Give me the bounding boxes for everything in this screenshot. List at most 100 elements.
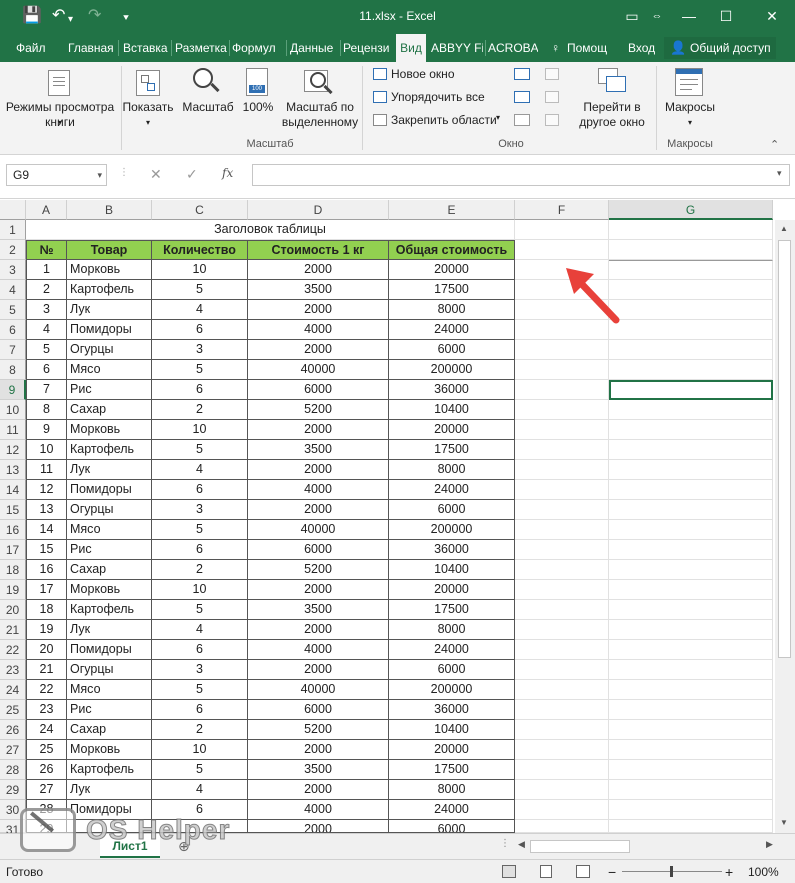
tab-view[interactable]: Вид — [396, 34, 426, 62]
table-data-cell[interactable]: 14 — [26, 520, 67, 540]
table-data-cell[interactable]: 24000 — [389, 480, 515, 500]
expand-icon[interactable]: ⇔ — [643, 5, 671, 27]
product-name-cell[interactable]: Сахар — [67, 720, 152, 740]
product-name-cell[interactable]: Огурцы — [67, 340, 152, 360]
table-data-cell[interactable]: 19 — [26, 620, 67, 640]
table-data-cell[interactable]: 20000 — [389, 260, 515, 280]
cell-g1[interactable] — [609, 220, 773, 240]
table-data-cell[interactable]: 3 — [152, 660, 248, 680]
table-data-cell[interactable]: 17 — [26, 580, 67, 600]
table-data-cell[interactable]: 2 — [152, 560, 248, 580]
zoom-in-button[interactable]: + — [725, 860, 733, 883]
table-data-cell[interactable]: 8000 — [389, 460, 515, 480]
cell-g8[interactable] — [609, 360, 773, 380]
product-name-cell[interactable]: Морковь — [67, 420, 152, 440]
table-data-cell[interactable]: 4000 — [248, 480, 389, 500]
table-data-cell[interactable]: 23 — [26, 700, 67, 720]
table-data-cell[interactable]: 5 — [26, 340, 67, 360]
product-name-cell[interactable]: Помидоры — [67, 320, 152, 340]
product-name-cell[interactable]: Огурцы — [67, 660, 152, 680]
scroll-up-icon[interactable]: ▲ — [780, 224, 788, 233]
table-data-cell[interactable]: 10 — [152, 740, 248, 760]
row-header[interactable]: 26 — [0, 720, 26, 740]
zoom-out-button[interactable]: − — [608, 860, 616, 883]
product-name-cell[interactable]: Рис — [67, 540, 152, 560]
cell-f25[interactable] — [515, 700, 609, 720]
table-data-cell[interactable]: 200000 — [389, 680, 515, 700]
cell-f15[interactable] — [515, 500, 609, 520]
row-header[interactable]: 18 — [0, 560, 26, 580]
table-data-cell[interactable]: 7 — [26, 380, 67, 400]
table-data-cell[interactable]: 8 — [26, 400, 67, 420]
table-data-cell[interactable]: 27 — [26, 780, 67, 800]
cell-f10[interactable] — [515, 400, 609, 420]
table-data-cell[interactable]: 2000 — [248, 740, 389, 760]
product-name-cell[interactable]: Картофель — [67, 280, 152, 300]
table-data-cell[interactable]: 21 — [26, 660, 67, 680]
table-data-cell[interactable]: 24000 — [389, 800, 515, 820]
row-header[interactable]: 16 — [0, 520, 26, 540]
table-data-cell[interactable]: 6000 — [248, 700, 389, 720]
product-name-cell[interactable]: Лук — [67, 780, 152, 800]
table-data-cell[interactable]: 2 — [152, 400, 248, 420]
table-data-cell[interactable]: 10 — [26, 440, 67, 460]
table-data-cell[interactable]: 16 — [26, 560, 67, 580]
product-name-cell[interactable]: Лук — [67, 300, 152, 320]
table-data-cell[interactable]: 8000 — [389, 620, 515, 640]
table-data-cell[interactable]: 10 — [152, 420, 248, 440]
table-data-cell[interactable]: 5 — [152, 520, 248, 540]
table-data-cell[interactable]: 3 — [152, 340, 248, 360]
row-header[interactable]: 3 — [0, 260, 26, 280]
maximize-button[interactable]: ☐ — [712, 5, 740, 27]
select-all-corner[interactable] — [0, 200, 26, 220]
table-data-cell[interactable]: 10400 — [389, 560, 515, 580]
product-name-cell[interactable]: Мясо — [67, 520, 152, 540]
split-icon[interactable] — [514, 68, 530, 80]
cell-g12[interactable] — [609, 440, 773, 460]
table-data-cell[interactable]: 24000 — [389, 320, 515, 340]
row-header[interactable]: 2 — [0, 240, 26, 260]
table-data-cell[interactable]: 2 — [152, 720, 248, 740]
new-window-button[interactable]: Новое окно — [391, 67, 455, 81]
table-data-cell[interactable]: 24 — [26, 720, 67, 740]
reset-window-position-icon[interactable] — [545, 114, 559, 126]
table-data-cell[interactable]: 3500 — [248, 440, 389, 460]
table-data-cell[interactable]: 8000 — [389, 300, 515, 320]
product-name-cell[interactable]: Лук — [67, 620, 152, 640]
table-data-cell[interactable]: 2000 — [248, 420, 389, 440]
table-data-cell[interactable]: 4 — [26, 320, 67, 340]
hide-icon[interactable] — [514, 91, 530, 103]
cell-g29[interactable] — [609, 780, 773, 800]
zoom-slider-thumb[interactable] — [670, 866, 673, 877]
table-data-cell[interactable]: 5 — [152, 600, 248, 620]
cell-g17[interactable] — [609, 540, 773, 560]
row-header[interactable]: 7 — [0, 340, 26, 360]
table-data-cell[interactable]: 26 — [26, 760, 67, 780]
table-data-cell[interactable]: 2 — [26, 280, 67, 300]
table-data-cell[interactable]: 18 — [26, 600, 67, 620]
tell-me-search[interactable]: Помощ — [567, 34, 615, 62]
row-header[interactable]: 12 — [0, 440, 26, 460]
product-name-cell[interactable]: Мясо — [67, 360, 152, 380]
enter-icon[interactable]: ✓ — [186, 166, 198, 183]
table-data-cell[interactable]: 10400 — [389, 720, 515, 740]
freeze-panes-button[interactable]: Закрепить области — [391, 113, 497, 127]
cell-f14[interactable] — [515, 480, 609, 500]
row-header[interactable]: 29 — [0, 780, 26, 800]
table-data-cell[interactable]: 1 — [26, 260, 67, 280]
row-header[interactable]: 1 — [0, 220, 26, 240]
table-data-cell[interactable]: 17500 — [389, 760, 515, 780]
cell-f27[interactable] — [515, 740, 609, 760]
row-header[interactable]: 24 — [0, 680, 26, 700]
table-title-cell[interactable]: Заголовок таблицы — [26, 220, 515, 240]
table-data-cell[interactable]: 3500 — [248, 600, 389, 620]
tab-page-layout[interactable]: Разметка — [175, 34, 227, 62]
product-name-cell[interactable]: Морковь — [67, 740, 152, 760]
unhide-icon[interactable] — [514, 114, 530, 126]
table-data-cell[interactable]: 2000 — [248, 580, 389, 600]
table-header-cell[interactable]: Количество — [152, 240, 248, 260]
cell-f23[interactable] — [515, 660, 609, 680]
table-data-cell[interactable]: 11 — [26, 460, 67, 480]
zoom-button[interactable]: Масштаб — [180, 100, 236, 115]
table-data-cell[interactable]: 4 — [152, 300, 248, 320]
